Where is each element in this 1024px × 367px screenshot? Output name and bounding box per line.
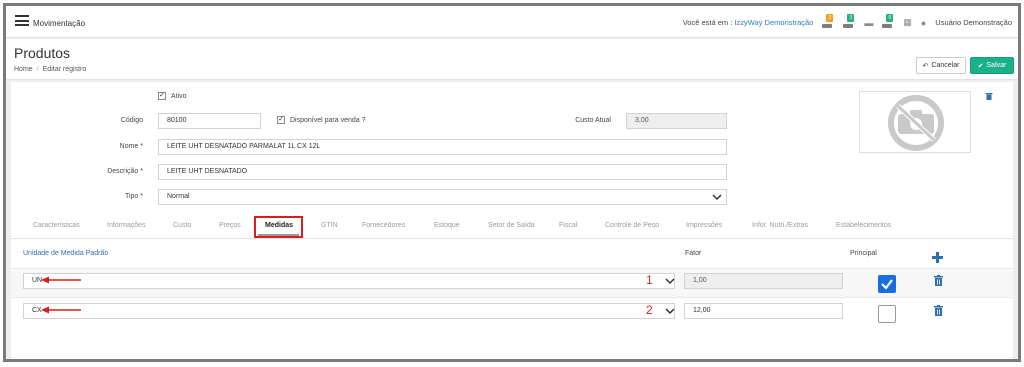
fator-input[interactable]: 12,00	[684, 303, 843, 319]
descricao-input[interactable]: LEITE UHT DESNATADO	[158, 164, 727, 180]
tab-estabelecimentos[interactable]: Estabelecimentos	[836, 222, 891, 229]
breadcrumb: Home / Editar registro	[14, 66, 87, 73]
delete-row-icon[interactable]	[934, 305, 943, 316]
product-image[interactable]	[859, 91, 971, 153]
delete-row-icon[interactable]	[934, 275, 943, 286]
tab-highlight-annotation	[254, 216, 303, 238]
custo-input: 3,00	[626, 113, 727, 129]
unidade-select[interactable]: UN	[23, 273, 675, 289]
company-indicator: Você está em : IzzyWay Demonstração	[682, 18, 814, 27]
principal-checkbox[interactable]	[878, 305, 896, 323]
descricao-label: Descrição *	[107, 168, 143, 175]
undo-icon: ↶	[922, 62, 929, 70]
company-link[interactable]: IzzyWay Demonstração	[734, 18, 813, 27]
nome-label: Nome *	[119, 143, 143, 150]
tab-custo[interactable]: Custo	[173, 222, 191, 229]
nome-input[interactable]: LEITE UHT DESNATADO PARMALAT 1L CX 12L	[158, 139, 727, 155]
save-button[interactable]: ✔ Salvar	[970, 57, 1014, 74]
disponivel-label: Disponível para venda ?	[290, 117, 366, 124]
custo-label: Custo Atual	[575, 117, 611, 124]
top-bar: Movimentação Você está em : IzzyWay Demo…	[6, 6, 1018, 38]
breadcrumb-home[interactable]: Home	[14, 66, 33, 73]
ativo-checkbox[interactable]: ✓	[158, 92, 166, 100]
menu-icon[interactable]	[15, 15, 29, 26]
chevron-down-icon	[712, 194, 722, 201]
cart-icon[interactable]: 2	[822, 13, 834, 28]
page-header: Produtos Home / Editar registro	[6, 39, 1018, 80]
help-icon[interactable]: ●	[921, 18, 926, 28]
user-name[interactable]: Usuário Demonstração	[935, 18, 1012, 27]
annotation-number: 1	[646, 273, 653, 287]
tab-setor-de-saida[interactable]: Setor de Saída	[488, 222, 535, 229]
chevron-down-icon	[665, 308, 675, 315]
tipo-label: Tipo *	[124, 193, 143, 200]
page-title: Produtos	[14, 45, 71, 61]
tab-precos[interactable]: Preços	[219, 222, 241, 229]
cart-badge: 2	[826, 13, 834, 22]
ativo-label: Ativo	[171, 93, 187, 100]
app-title: Movimentação	[33, 19, 86, 28]
check-icon	[881, 279, 893, 290]
codigo-label: Código	[120, 117, 143, 124]
tab-estoque[interactable]: Estoque	[434, 222, 460, 229]
tab-bar: Características Informações Custo Preços…	[11, 215, 1013, 239]
annotation-number: 2	[646, 303, 653, 317]
disponivel-checkbox[interactable]: ✓	[277, 116, 285, 124]
no-photo-icon	[888, 95, 944, 151]
tipo-select[interactable]: Normal	[158, 189, 727, 205]
app-window: Movimentação Você está em : IzzyWay Demo…	[3, 3, 1021, 362]
tab-informacoes[interactable]: Informações	[107, 222, 146, 229]
arrow-annotation	[41, 306, 81, 314]
chevron-down-icon	[665, 278, 675, 285]
col-fator-header: Fator	[685, 250, 702, 257]
col-principal-header: Principal	[850, 250, 877, 257]
cancel-button[interactable]: ↶ Cancelar	[916, 57, 966, 74]
tab-impressoes[interactable]: Impressões	[686, 222, 722, 229]
tab-infor-nutri-extras[interactable]: Infor. Nutri./Extras	[752, 222, 808, 229]
fator-input: 1,00	[684, 273, 843, 289]
tab-caracteristicas[interactable]: Características	[33, 222, 80, 229]
tab-gtin[interactable]: GTIN	[321, 222, 338, 229]
tab-fornecedores[interactable]: Fornecedores	[362, 222, 405, 229]
notifications-badge: 0	[886, 13, 894, 22]
product-form-card: ✓ Ativo Código 80100 ✓ Disponível para v…	[11, 82, 1013, 359]
messages-badge: 3	[847, 13, 855, 22]
col-unidade-header: Unidade de Medida Padrão	[23, 250, 109, 257]
principal-checkbox[interactable]	[878, 275, 896, 293]
card-icon[interactable]: ▬	[864, 18, 873, 28]
breadcrumb-current: Editar registro	[42, 66, 87, 73]
tab-fiscal[interactable]: Fiscal	[559, 222, 577, 229]
check-icon: ✔	[977, 62, 984, 70]
unidade-select[interactable]: CX	[23, 303, 675, 319]
arrow-annotation	[41, 276, 81, 284]
calendar-icon[interactable]: ▦	[903, 17, 912, 28]
remove-image-icon[interactable]	[985, 92, 993, 100]
tab-controle-de-peso[interactable]: Controle de Peso	[605, 222, 659, 229]
add-row-icon[interactable]	[932, 252, 943, 263]
notifications-icon[interactable]: 0	[882, 13, 894, 28]
top-right-area: Você está em : IzzyWay Demonstração 2 3 …	[682, 13, 1012, 28]
messages-icon[interactable]: 3	[843, 13, 855, 28]
codigo-input[interactable]: 80100	[158, 113, 261, 129]
